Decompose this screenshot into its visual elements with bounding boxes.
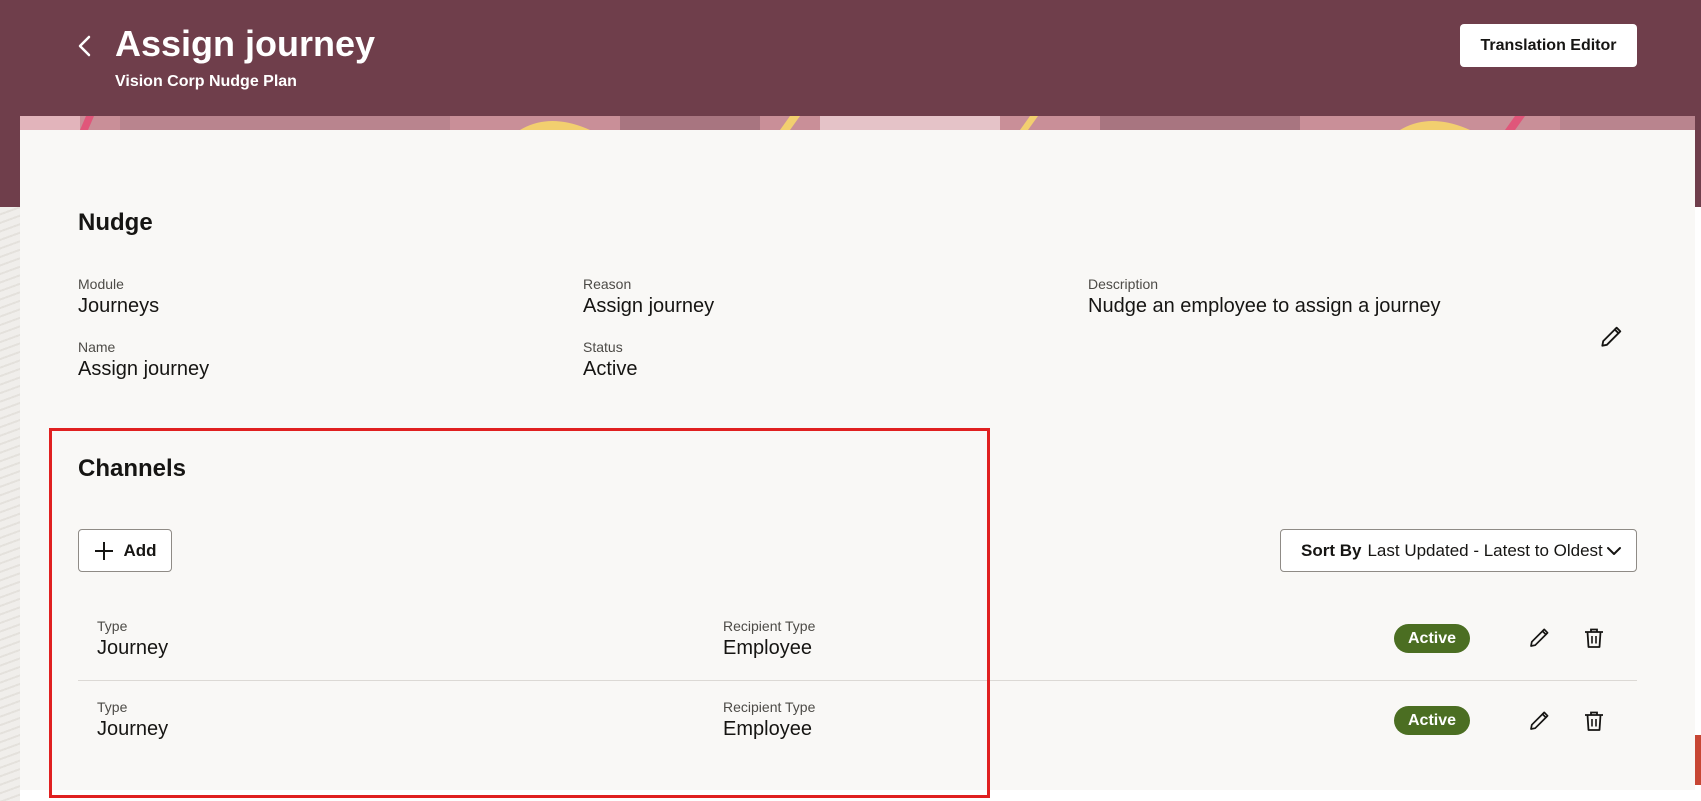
reason-label: Reason (583, 276, 632, 292)
trash-icon (1585, 711, 1603, 731)
recipient-type-label: Recipient Type (723, 618, 816, 634)
chevron-left-icon (78, 35, 91, 57)
channel-type-value: Journey (97, 718, 169, 740)
channel-type-label: Type (97, 618, 128, 634)
sort-by-value: Last Updated - Latest to Oldest (1367, 540, 1603, 560)
add-button-label: Add (123, 540, 157, 560)
recipient-type-field: Recipient Type Employee (723, 698, 815, 742)
recipient-type-value: Employee (723, 637, 812, 659)
sort-by-label: Sort By (1301, 540, 1362, 560)
edit-channel-button[interactable] (1523, 622, 1555, 654)
recipient-type-value: Employee (723, 718, 812, 740)
channel-row: Type Journey Recipient Type Employee Act… (78, 681, 1637, 763)
description-value: Nudge an employee to assign a journey (1088, 295, 1441, 317)
reason-value: Assign journey (583, 295, 715, 317)
pencil-icon (1530, 711, 1549, 730)
recipient-type-label: Recipient Type (723, 699, 816, 715)
status-field: Status Active (583, 338, 637, 382)
banner-pattern (20, 116, 1695, 130)
name-value: Assign journey (78, 358, 210, 380)
delete-channel-button[interactable] (1578, 622, 1610, 654)
module-label: Module (78, 276, 124, 292)
pencil-icon (1601, 326, 1622, 347)
channel-type-field: Type Journey (97, 617, 168, 661)
edit-nudge-button[interactable] (1595, 321, 1627, 353)
channel-type-value: Journey (97, 637, 169, 659)
right-accent-bar (1695, 735, 1701, 785)
status-label: Status (583, 339, 623, 355)
name-label: Name (78, 339, 116, 355)
status-badge: Active (1394, 706, 1470, 735)
channels-section-title: Channels (78, 455, 187, 482)
module-value: Journeys (78, 295, 160, 317)
channel-type-label: Type (97, 699, 128, 715)
sort-by-select[interactable]: Sort By Last Updated - Latest to Oldest (1280, 529, 1637, 572)
plus-icon (95, 541, 114, 560)
page-subtitle: Vision Corp Nudge Plan (115, 73, 297, 90)
status-value: Active (583, 358, 638, 380)
channel-row: Type Journey Recipient Type Employee Act… (78, 598, 1637, 680)
trash-icon (1585, 628, 1603, 648)
reason-field: Reason Assign journey (583, 275, 714, 319)
translation-editor-button[interactable]: Translation Editor (1460, 24, 1637, 67)
description-label: Description (1088, 276, 1159, 292)
page-title: Assign journey (115, 23, 376, 64)
channel-type-field: Type Journey (97, 698, 168, 742)
module-field: Module Journeys (78, 275, 159, 319)
add-channel-button[interactable]: Add (78, 529, 172, 572)
decorative-banner (20, 116, 1695, 130)
chevron-down-icon (1607, 546, 1621, 555)
recipient-type-field: Recipient Type Employee (723, 617, 815, 661)
description-field: Description Nudge an employee to assign … (1088, 275, 1440, 319)
status-badge: Active (1394, 624, 1470, 653)
nudge-section-title: Nudge (78, 209, 153, 236)
back-button[interactable] (70, 28, 100, 64)
delete-channel-button[interactable] (1578, 705, 1610, 737)
side-pattern (0, 207, 20, 801)
name-field: Name Assign journey (78, 338, 209, 382)
pencil-icon (1530, 628, 1549, 647)
edit-channel-button[interactable] (1523, 705, 1555, 737)
